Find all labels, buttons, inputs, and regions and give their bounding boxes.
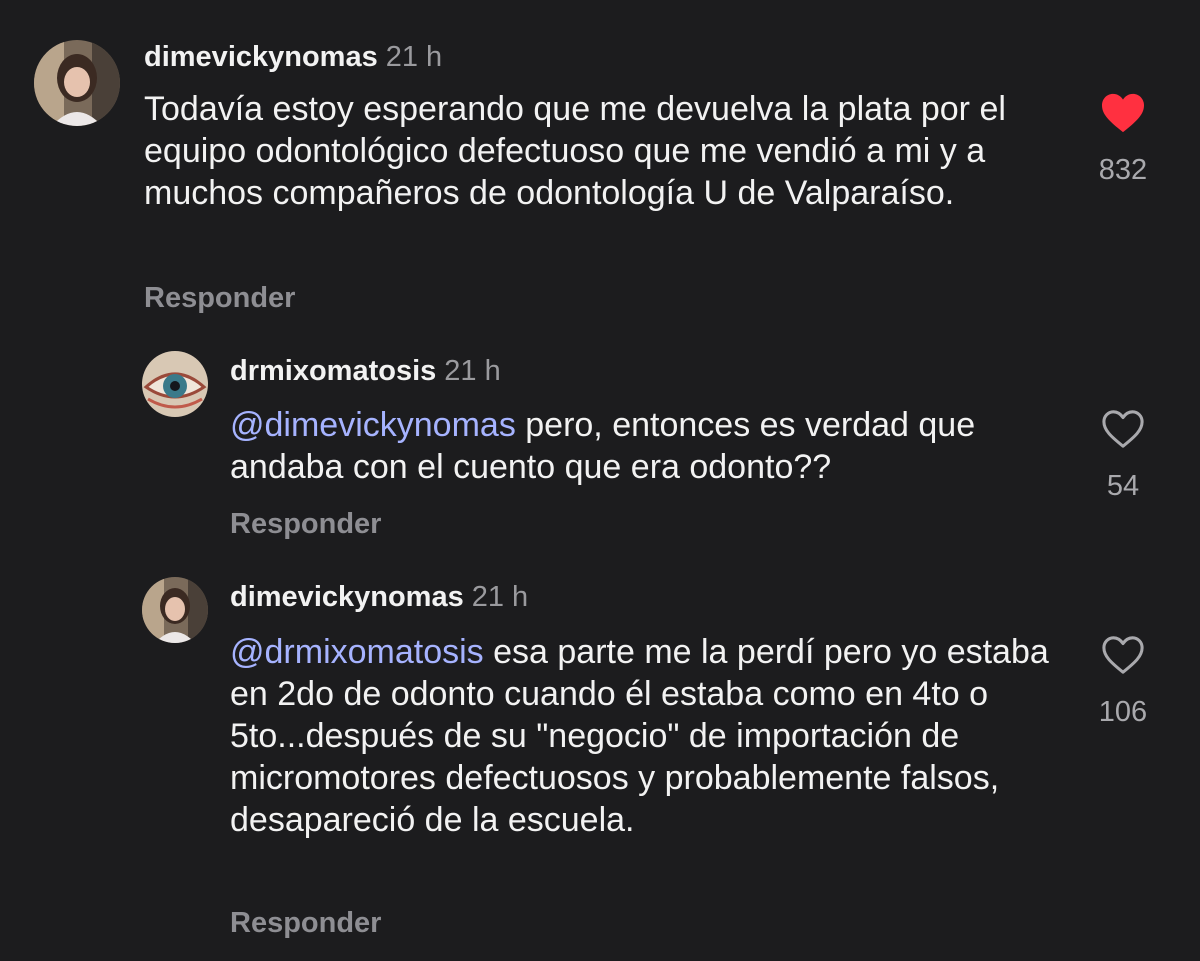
like-count: 832 — [1098, 154, 1148, 186]
username[interactable]: dimevickynomas — [230, 581, 464, 613]
reply-button[interactable]: Responder — [144, 282, 295, 315]
like-button[interactable]: 106 — [1078, 634, 1168, 729]
avatar-eye-painting-icon — [142, 351, 208, 417]
comment-header: drmixomatosis 21 h — [230, 353, 501, 389]
comment-text: Todavía estoy esperando que me devuelva … — [144, 88, 1044, 214]
username[interactable]: dimevickynomas — [144, 41, 378, 73]
heart-outline-icon — [1102, 636, 1144, 674]
comment-text: @drmixomatosis esa parte me la perdí per… — [230, 631, 1050, 841]
heart-filled-icon — [1102, 93, 1144, 133]
like-count: 106 — [1098, 696, 1148, 728]
comment-header: dimevickynomas 21 h — [144, 39, 442, 75]
like-count: 54 — [1106, 470, 1140, 502]
comment-header: dimevickynomas 21 h — [230, 579, 528, 615]
timestamp: 21 h — [385, 41, 443, 73]
avatar-photo-icon — [34, 40, 120, 126]
timestamp: 21 h — [471, 581, 529, 613]
mention-link[interactable]: @dimevickynomas — [230, 406, 516, 444]
comment-body: Todavía estoy esperando que me devuelva … — [144, 90, 1006, 212]
like-button[interactable]: 832 — [1078, 92, 1168, 187]
avatar[interactable] — [34, 40, 120, 126]
mention-link[interactable]: @drmixomatosis — [230, 633, 484, 671]
timestamp: 21 h — [444, 355, 501, 387]
reply-button[interactable]: Responder — [230, 508, 381, 541]
comment-text: @dimevickynomas pero, entonces es verdad… — [230, 404, 1040, 488]
avatar-photo-icon — [142, 577, 208, 643]
username[interactable]: drmixomatosis — [230, 355, 436, 387]
heart-outline-icon — [1102, 410, 1144, 448]
avatar[interactable] — [142, 577, 208, 643]
reply-button[interactable]: Responder — [230, 907, 381, 940]
like-button[interactable]: 54 — [1078, 408, 1168, 503]
avatar[interactable] — [142, 351, 208, 417]
